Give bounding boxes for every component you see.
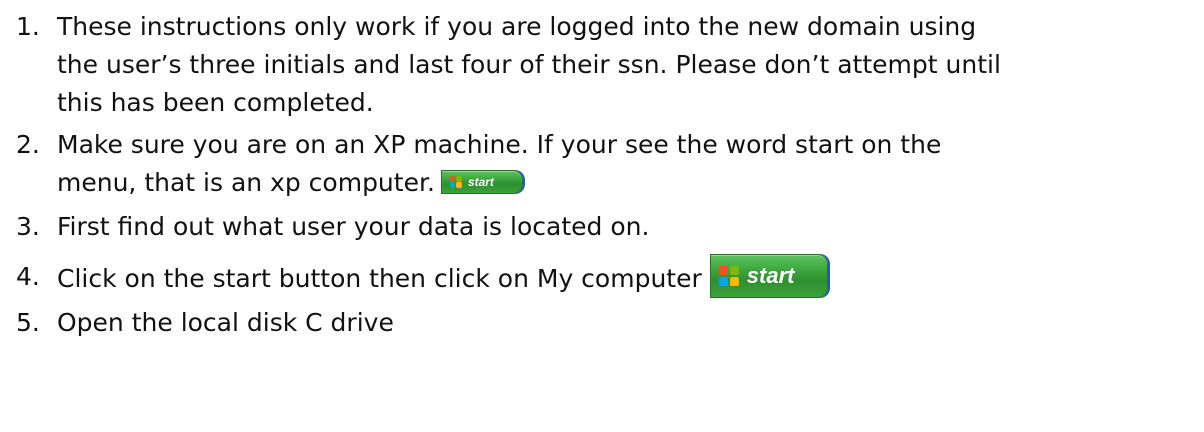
list-number: 5.	[16, 308, 40, 337]
start-button-label: start	[746, 263, 795, 288]
list-item-text: Make sure you are on an XP machine. If y…	[57, 126, 1204, 202]
text-segment: Click on the start button then click on …	[57, 264, 702, 293]
start-button-image-small: start	[440, 170, 523, 194]
list-item-text: Open the local disk C drive	[57, 304, 1204, 342]
list-number: 1.	[16, 12, 40, 41]
list-item-text: First find out what user your data is lo…	[57, 208, 1204, 246]
list-number: 4.	[16, 262, 40, 291]
text-segment: menu, that is an xp computer.	[57, 168, 435, 197]
text-line: Make sure you are on an XP machine. If y…	[57, 130, 942, 159]
text-line: First find out what user your data is lo…	[57, 212, 650, 241]
start-button-image-large: start	[709, 254, 828, 298]
text-line: Click on the start button then click on …	[57, 254, 1204, 298]
list-number: 2.	[16, 130, 40, 159]
list-number: 3.	[16, 212, 40, 241]
text-line: These instructions only work if you are …	[57, 12, 977, 41]
windows-flag-icon	[718, 266, 739, 286]
instruction-document: 1. These instructions only work if you a…	[0, 0, 1204, 432]
list-item-text: These instructions only work if you are …	[57, 8, 1204, 122]
list-item-text: Click on the start button then click on …	[57, 254, 1204, 298]
text-line: menu, that is an xp computer. start	[57, 164, 1204, 202]
text-line: Open the local disk C drive	[57, 308, 394, 337]
start-button-label: start	[467, 175, 494, 189]
text-line: the user’s three initials and last four …	[57, 50, 1001, 79]
text-line: this has been completed.	[57, 88, 374, 117]
windows-flag-icon	[449, 176, 462, 188]
